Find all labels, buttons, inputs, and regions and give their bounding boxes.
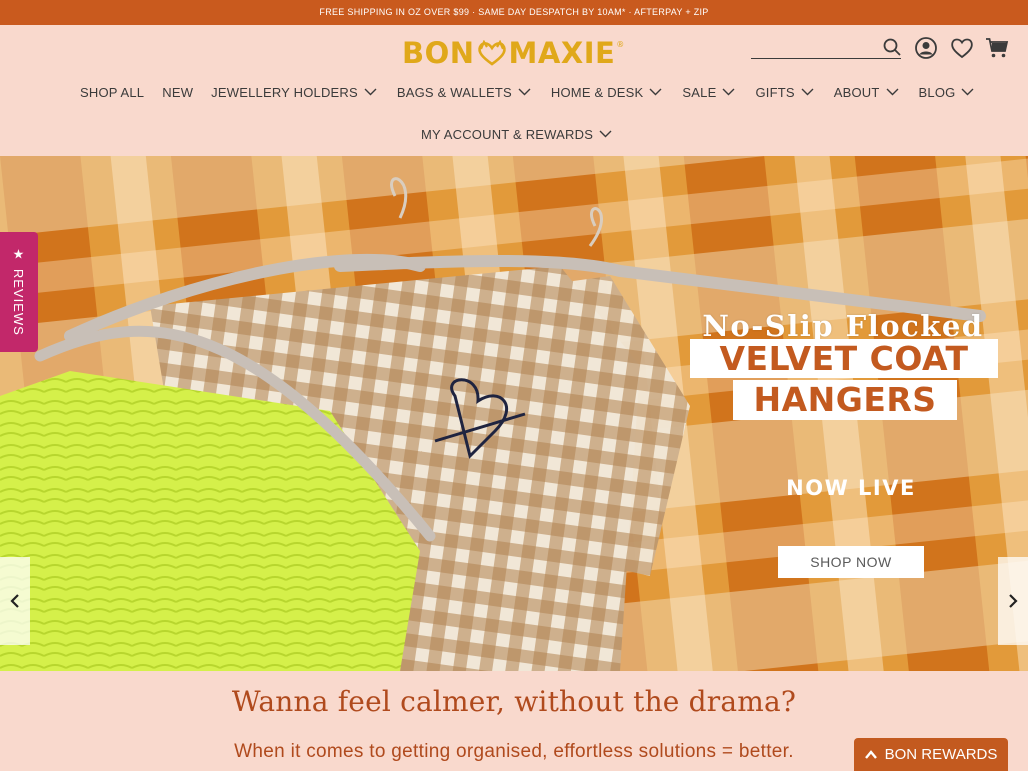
nav-item-label: SHOP ALL	[80, 84, 145, 100]
nav-item-gifts[interactable]: GIFTS	[755, 84, 814, 100]
chevron-down-icon	[722, 88, 735, 96]
nav-item-label: MY ACCOUNT & REWARDS	[421, 126, 594, 142]
star-icon: ★	[12, 246, 26, 262]
search-bar	[751, 37, 901, 59]
nav-item-jewellery-holders[interactable]: JEWELLERY HOLDERS	[211, 85, 377, 100]
nav-item-blog[interactable]: BLOG	[919, 85, 975, 100]
nav-item-my-account-and-rewards[interactable]: MY ACCOUNT & REWARDS	[421, 127, 612, 142]
carousel-next-button[interactable]	[998, 557, 1028, 645]
hero-title-main: VELVET COAT	[690, 339, 998, 378]
chevron-down-icon	[599, 130, 612, 138]
account-icon[interactable]	[914, 36, 938, 60]
chevron-down-icon	[961, 88, 974, 96]
carousel-prev-button[interactable]	[0, 557, 30, 645]
reviews-tab-label: REVIEWS	[11, 268, 27, 336]
brand-logo-registered: ®	[616, 40, 625, 49]
chevron-down-icon	[364, 88, 377, 96]
nav-item-label: GIFTS	[755, 84, 795, 100]
nav-item-label: HOME & DESK	[550, 84, 644, 100]
brand-logo-left: BON	[402, 36, 475, 70]
nav-item-home-and-desk[interactable]: HOME & DESK	[551, 85, 663, 100]
search-icon[interactable]	[883, 38, 901, 56]
nav-row-secondary: MY ACCOUNT & REWARDS	[421, 122, 612, 146]
search-input[interactable]	[751, 37, 876, 57]
nav-item-bags-and-wallets[interactable]: BAGS & WALLETS	[397, 85, 531, 100]
nav-item-about[interactable]: ABOUT	[834, 85, 899, 100]
hero-status: NOW LIVE	[786, 476, 916, 500]
heart-logo-icon	[477, 40, 506, 66]
hero-title-sub: HANGERS	[733, 380, 957, 420]
chevron-right-icon	[1009, 594, 1018, 608]
chevron-down-icon	[518, 88, 531, 96]
nav-item-label: JEWELLERY HOLDERS	[211, 84, 358, 100]
announcement-bar: FREE SHIPPING IN OZ OVER $99 · SAME DAY …	[0, 0, 1028, 25]
bon-rewards-button[interactable]: BON REWARDS	[854, 738, 1008, 771]
nav-item-label: SALE	[682, 84, 717, 100]
hero-banner: No-Slip Flocked VELVET COAT HANGERS NOW …	[0, 156, 1028, 671]
brand-logo[interactable]: BON MAXIE ®	[402, 36, 625, 70]
shop-now-button[interactable]: SHOP NOW	[778, 546, 924, 578]
chevron-down-icon	[886, 88, 899, 96]
hero-title-script: No-Slip Flocked	[702, 309, 984, 343]
chevron-down-icon	[649, 88, 662, 96]
nav-item-sale[interactable]: SALE	[682, 85, 735, 100]
nav-item-label: ABOUT	[833, 84, 880, 100]
nav-item-label: NEW	[162, 84, 194, 100]
nav-item-new[interactable]: NEW	[162, 85, 193, 100]
chevron-up-icon	[864, 750, 877, 759]
chevron-left-icon	[10, 594, 19, 608]
reviews-tab[interactable]: ★ REVIEWS	[0, 232, 38, 352]
nav-item-label: BAGS & WALLETS	[396, 84, 512, 100]
section-heading: Wanna feel calmer, without the drama?	[231, 685, 797, 718]
site-header: BON MAXIE ® SHOP ALL NEW JEWELLERY HOLDE…	[0, 25, 1028, 156]
nav-item-label: BLOG	[918, 84, 956, 100]
announcement-text: FREE SHIPPING IN OZ OVER $99 · SAME DAY …	[319, 7, 709, 17]
bon-rewards-label: BON REWARDS	[884, 746, 998, 763]
cart-icon[interactable]	[985, 36, 1009, 60]
brand-logo-right: MAXIE	[508, 36, 616, 70]
wishlist-heart-icon[interactable]	[950, 36, 974, 60]
nav-row-primary: SHOP ALL NEW JEWELLERY HOLDERS BAGS & WALLE…	[80, 80, 974, 104]
chevron-down-icon	[801, 88, 814, 96]
nav-item-shop-all[interactable]: SHOP ALL	[80, 85, 144, 100]
